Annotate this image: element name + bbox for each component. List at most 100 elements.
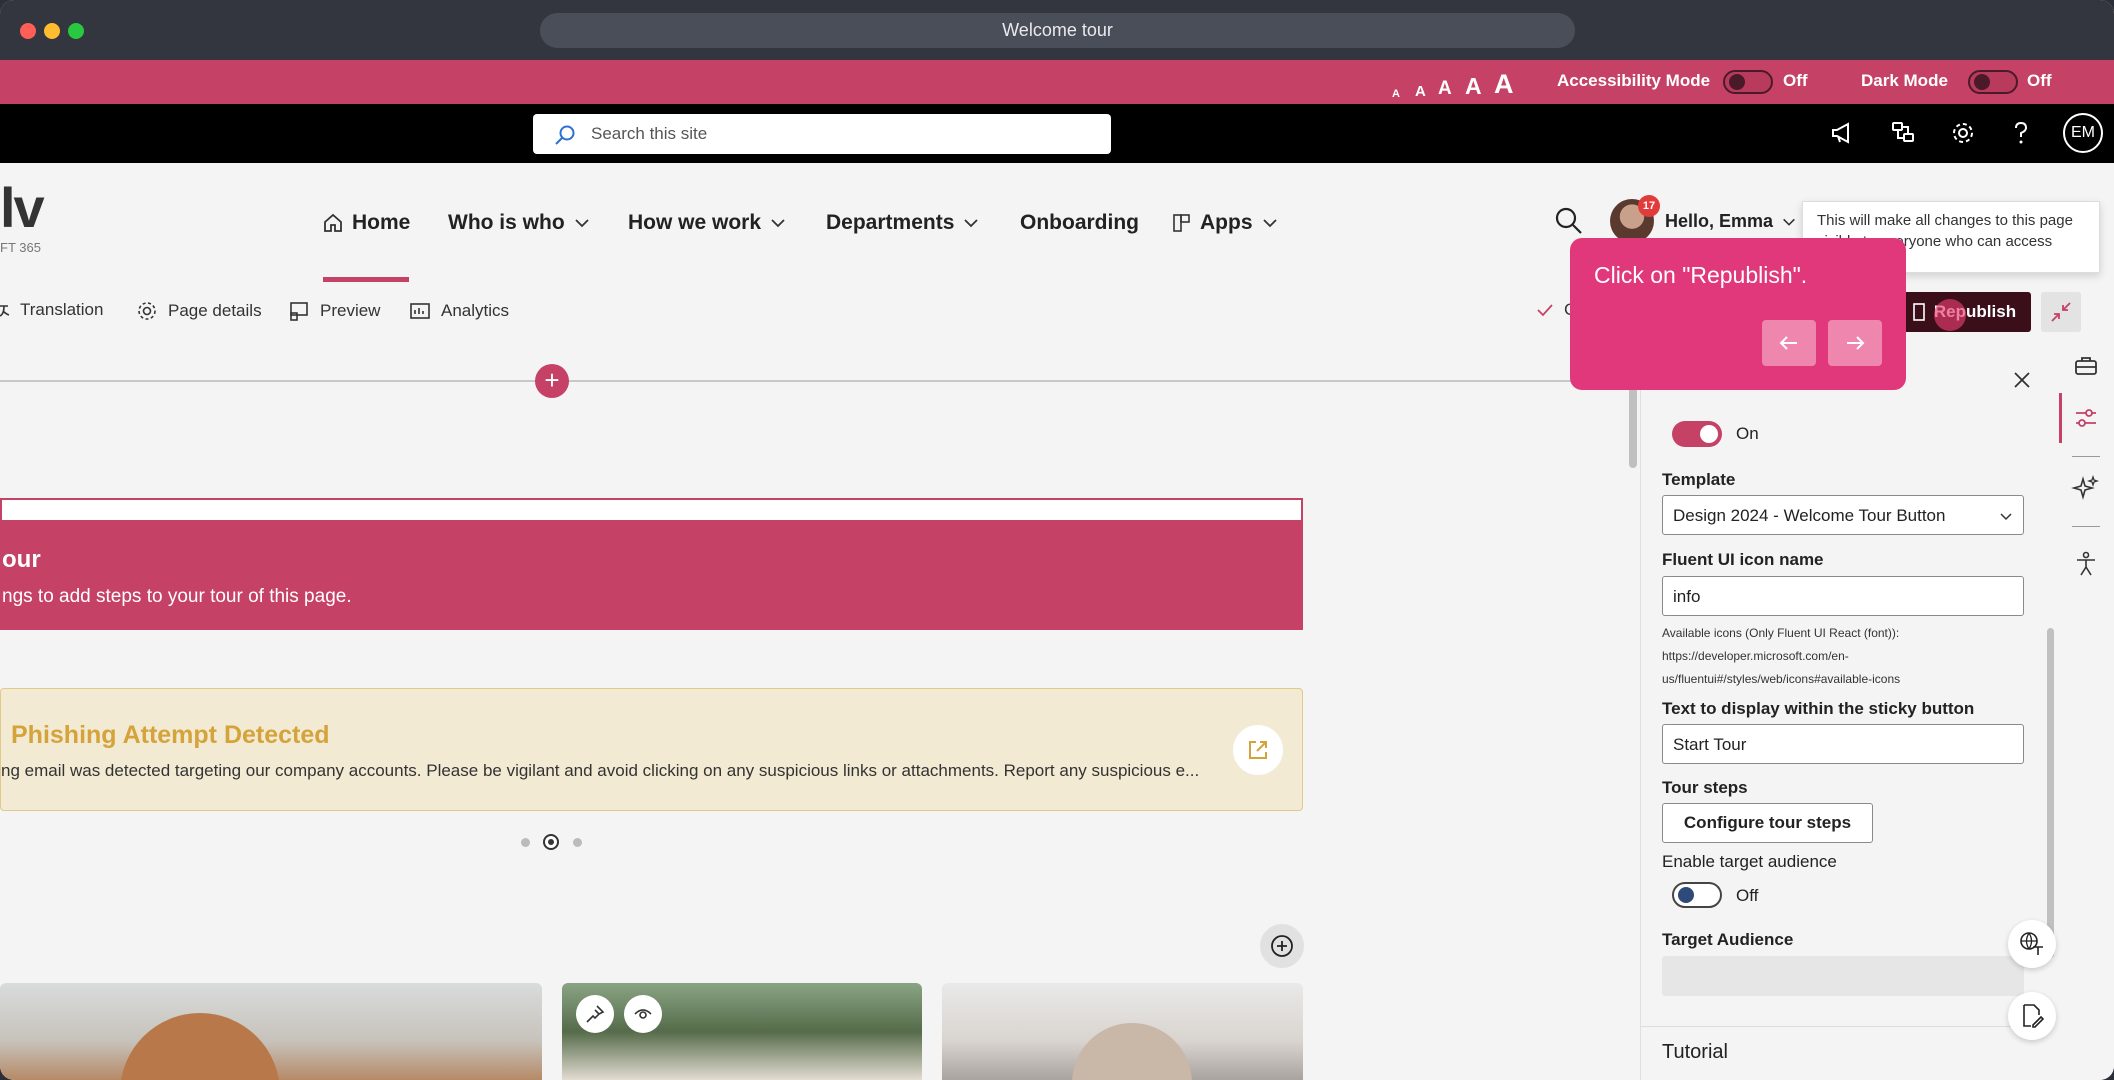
eye-icon [634,1009,652,1019]
page-edit-icon [2023,1004,2044,1028]
view-button[interactable] [624,995,662,1033]
analytics-button[interactable]: Analytics [409,300,509,322]
pane-scrollbar[interactable] [2047,628,2054,958]
search-input[interactable]: Search this site [533,114,1111,154]
template-label: Template [1662,470,1736,489]
nav-who-is-who[interactable]: Who is who [448,211,591,235]
translation-icon [0,305,10,317]
icon-name-label: Fluent UI icon name [1662,550,1824,569]
target-audience-state: Off [1736,886,1759,905]
preview-icon [290,302,308,321]
translate-float-button[interactable] [2008,920,2056,968]
font-size-l[interactable]: A [1465,73,1482,100]
rail-separator [2072,456,2100,457]
nav-home[interactable]: Home [322,211,410,235]
nav-home-label: Home [352,211,411,234]
sticky-text-label: Text to display within the sticky button [1662,699,1975,718]
dark-mode-toggle[interactable] [1968,70,2018,94]
open-link-button[interactable] [1233,725,1283,775]
nav-how-we-work[interactable]: How we work [628,211,787,235]
accessibility-icon[interactable] [2070,548,2102,580]
accessibility-mode-state: Off [1783,71,1808,90]
target-audience-toggle[interactable] [1672,882,1722,908]
carousel-dot-active[interactable] [543,834,559,850]
tutorial-section[interactable]: Tutorial [1640,1026,2050,1080]
maximize-window-button[interactable] [68,23,84,39]
minimize-window-button[interactable] [44,23,60,39]
edit-page-float-button[interactable] [2008,992,2056,1040]
font-size-s[interactable]: A [1415,83,1426,100]
tour-banner-webpart[interactable]: our ngs to add steps to your tour of thi… [0,498,1303,630]
section-divider [0,380,1632,382]
sparkle-icon[interactable] [2070,472,2102,504]
site-logo[interactable]: lv [0,175,45,240]
help-icon[interactable] [2006,118,2036,148]
page-details-label: Page details [168,301,262,320]
apps-icon [1173,214,1190,232]
accessibility-mode-toggle[interactable] [1723,70,1773,94]
icon-name-input[interactable]: info [1662,576,2024,616]
site-search-icon[interactable] [1553,205,1585,237]
template-dropdown[interactable]: Design 2024 - Welcome Tour Button [1662,495,2024,535]
toolbox-icon[interactable] [2070,350,2102,382]
tour-previous-button[interactable] [1762,320,1816,366]
target-audience-label: Target Audience [1662,930,1794,949]
close-icon[interactable] [2010,368,2034,392]
configure-tour-steps-button[interactable]: Configure tour steps [1662,803,1873,843]
pin-icon [586,1005,605,1023]
notification-badge: 17 [1638,195,1660,217]
news-card-image[interactable] [942,983,1303,1080]
sticky-button-toggle[interactable] [1672,421,1722,447]
carousel-dot[interactable] [573,838,582,847]
add-section-button[interactable]: + [535,364,569,398]
font-size-xl[interactable]: A [1494,69,1514,100]
font-size-xs[interactable]: A [1392,88,1400,100]
template-value: Design 2024 - Welcome Tour Button [1673,506,1946,525]
alert-description: ng email was detected targeting our comp… [1,761,1200,780]
news-card-image[interactable] [0,983,542,1080]
sticky-button-state: On [1736,424,1759,443]
gear-icon [138,302,156,320]
preview-button[interactable]: Preview [288,300,380,322]
add-webpart-button[interactable] [1260,924,1304,968]
suite-bar: Search this site EM [0,104,2114,163]
pin-button[interactable] [576,995,614,1033]
alert-title: Phishing Attempt Detected [11,721,330,749]
connections-icon[interactable] [1888,118,1918,148]
nav-apps[interactable]: Apps [1172,211,1279,235]
search-icon [555,125,575,145]
analytics-icon [410,303,430,319]
translation-button[interactable]: Translation [0,300,103,320]
greeting-text: Hello, Emma [1665,211,1774,231]
news-card-image[interactable] [562,983,922,1080]
search-placeholder: Search this site [591,124,708,143]
icon-help-text: Available icons (Only Fluent UI React (f… [1662,622,2034,691]
page-details-button[interactable]: Page details [136,300,262,322]
sticky-text-input[interactable]: Start Tour [1662,724,2024,764]
gear-icon[interactable] [1948,118,1978,148]
alert-card[interactable]: Phishing Attempt Detected ng email was d… [0,688,1303,811]
nav-departments[interactable]: Departments [826,211,980,235]
help-link[interactable]: us/fluentui#/styles/web/icons#available-… [1662,668,2034,691]
tour-step-popover: Click on "Republish". [1570,238,1906,390]
user-greeting[interactable]: Hello, Emma [1665,211,1797,232]
collapse-toolbar-button[interactable] [2041,292,2081,332]
nav-label: How we work [628,211,762,234]
nav-label: Apps [1200,211,1253,234]
address-bar[interactable]: Welcome tour [540,13,1575,48]
megaphone-icon[interactable] [1828,118,1858,148]
user-avatar-initials[interactable]: EM [2063,113,2103,153]
dark-mode-state: Off [2027,71,2052,90]
preview-label: Preview [320,301,381,320]
carousel-dot[interactable] [521,838,530,847]
font-size-m[interactable]: A [1438,78,1452,100]
tutorial-label: Tutorial [1662,1041,1728,1063]
help-link[interactable]: https://developer.microsoft.com/en- [1662,645,2034,668]
nav-onboarding[interactable]: Onboarding [1020,211,1139,235]
help-line: Available icons (Only Fluent UI React (f… [1662,626,1900,640]
arrow-left-icon [1779,336,1797,350]
close-window-button[interactable] [20,23,36,39]
sliders-icon[interactable] [2070,402,2102,434]
target-audience-picker[interactable] [1662,956,2024,996]
tour-next-button[interactable] [1828,320,1882,366]
